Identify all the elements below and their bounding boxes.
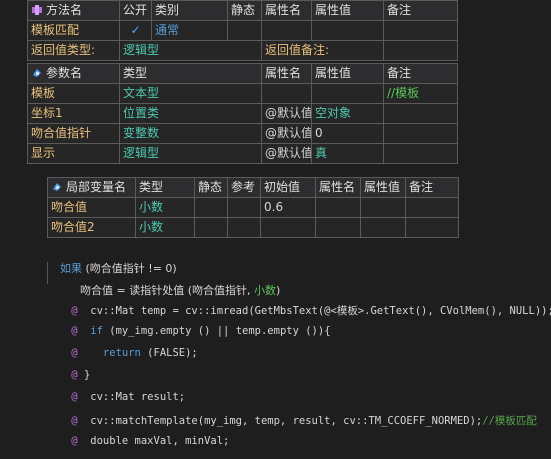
param-type[interactable]: 变整数	[119, 123, 262, 144]
public-header: 公开	[119, 0, 152, 21]
param-remark[interactable]	[383, 143, 458, 164]
param-name-header: 参数名	[27, 63, 120, 84]
attr-name-header: 属性名	[261, 0, 312, 21]
param-attr-name[interactable]: @默认值	[261, 103, 312, 124]
param-attr-name[interactable]: @默认值	[261, 123, 312, 144]
param-header-row: 参数名 类型 属性名 属性值 备注	[27, 63, 458, 84]
param-remark[interactable]	[383, 123, 458, 144]
attr-value-cell[interactable]	[311, 20, 384, 41]
embed-marker: @	[71, 435, 78, 447]
local-var-icon	[51, 180, 63, 192]
match-comment: //模板匹配	[482, 415, 537, 427]
local-init[interactable]	[260, 217, 316, 238]
param-remark-header: 备注	[383, 63, 458, 84]
local-ref-header: 参考	[227, 177, 261, 198]
param-remark[interactable]: //模板	[383, 83, 458, 104]
local-attr-name[interactable]	[315, 217, 361, 238]
method-table: 方法名 公开 类别 静态 属性名 属性值 备注 模板匹配 ✓ 通常 返回值类型:…	[27, 0, 458, 61]
local-ref[interactable]	[227, 217, 261, 238]
method-type-cell[interactable]: 通常	[151, 20, 228, 41]
local-attr-value-header: 属性值	[360, 177, 406, 198]
param-row[interactable]: 坐标1 位置类 @默认值 空对象	[27, 103, 458, 124]
attr-value-header: 属性值	[311, 0, 384, 21]
param-type[interactable]: 逻辑型	[119, 143, 262, 164]
method-row[interactable]: 模板匹配 ✓ 通常	[27, 20, 458, 41]
type-header: 类别	[151, 0, 228, 21]
param-icon	[31, 66, 43, 78]
local-type[interactable]: 小数	[135, 197, 195, 218]
method-name-label: 方法名	[46, 3, 83, 17]
local-name[interactable]: 吻合值	[47, 197, 136, 218]
local-type[interactable]: 小数	[135, 217, 195, 238]
local-attr-value[interactable]	[360, 217, 406, 238]
param-name-label: 参数名	[46, 66, 83, 80]
static-header: 静态	[227, 0, 262, 21]
local-header-row: 局部变量名 类型 静态 参考 初始值 属性名 属性值 备注	[47, 177, 459, 198]
param-row[interactable]: 模板 文本型 //模板	[27, 83, 458, 104]
param-type-header: 类型	[119, 63, 262, 84]
local-ref[interactable]	[227, 197, 261, 218]
return-row: 返回值类型: 逻辑型 返回值备注:	[27, 40, 458, 61]
local-name[interactable]: 吻合值2	[47, 217, 136, 238]
param-row[interactable]: 显示 逻辑型 @默认值 真	[27, 143, 458, 164]
local-remark[interactable]	[405, 217, 459, 238]
param-attr-value-header: 属性值	[311, 63, 384, 84]
param-type[interactable]: 文本型	[119, 83, 262, 104]
param-attr-value[interactable]: 空对象	[311, 103, 384, 124]
local-init[interactable]: 0.6	[260, 197, 316, 218]
param-name[interactable]: 模板	[27, 83, 120, 104]
param-attr-value[interactable]: 0	[311, 123, 384, 144]
local-attr-name[interactable]	[315, 197, 361, 218]
local-attr-value[interactable]	[360, 197, 406, 218]
param-attr-value[interactable]	[311, 83, 384, 104]
return-value: (FALSE);	[140, 347, 198, 359]
param-name[interactable]: 吻合值指针	[27, 123, 120, 144]
method-header-row: 方法名 公开 类别 静态 属性名 属性值 备注	[27, 0, 458, 21]
local-row[interactable]: 吻合值 小数 0.6	[47, 197, 459, 218]
local-static-header: 静态	[194, 177, 228, 198]
keyword-return: return	[102, 347, 141, 359]
method-name-cell[interactable]: 模板匹配	[27, 20, 120, 41]
param-attr-value[interactable]: 真	[311, 143, 384, 164]
local-remark-header: 备注	[405, 177, 459, 198]
local-name-header: 局部变量名	[47, 177, 136, 198]
local-init-header: 初始值	[260, 177, 316, 198]
param-attr-name-header: 属性名	[261, 63, 312, 84]
method-name-header: 方法名	[27, 0, 120, 21]
public-checkbox[interactable]: ✓	[119, 20, 152, 41]
attr-name-cell[interactable]	[261, 20, 312, 41]
double-decl: double maxVal, minVal;	[90, 435, 230, 447]
local-remark[interactable]	[405, 197, 459, 218]
local-row[interactable]: 吻合值2 小数	[47, 217, 459, 238]
code-line-double[interactable]: @ double maxVal, minVal;	[46, 423, 229, 459]
param-attr-name[interactable]	[261, 83, 312, 104]
remark-header: 备注	[383, 0, 458, 21]
local-var-table: 局部变量名 类型 静态 参考 初始值 属性名 属性值 备注 吻合值 小数 0.6…	[47, 177, 459, 238]
local-attr-name-header: 属性名	[315, 177, 361, 198]
param-name[interactable]: 坐标1	[27, 103, 120, 124]
return-type-value[interactable]: 逻辑型	[119, 40, 262, 61]
param-row[interactable]: 吻合值指针 变整数 @默认值 0	[27, 123, 458, 144]
return-type-label: 返回值类型:	[27, 40, 120, 61]
param-table: 参数名 类型 属性名 属性值 备注 模板 文本型 //模板 坐标1 位置类 @默…	[27, 63, 458, 164]
param-type[interactable]: 位置类	[119, 103, 262, 124]
static-cell[interactable]	[227, 20, 262, 41]
return-remark-label: 返回值备注:	[261, 40, 384, 61]
remark-cell[interactable]	[383, 20, 458, 41]
local-name-label: 局部变量名	[66, 180, 127, 194]
param-attr-name[interactable]: @默认值	[261, 143, 312, 164]
local-static[interactable]	[194, 197, 228, 218]
method-icon	[31, 3, 43, 15]
local-static[interactable]	[194, 217, 228, 238]
return-remark-value[interactable]	[383, 40, 458, 61]
local-type-header: 类型	[135, 177, 195, 198]
param-name[interactable]: 显示	[27, 143, 120, 164]
param-remark[interactable]	[383, 103, 458, 124]
